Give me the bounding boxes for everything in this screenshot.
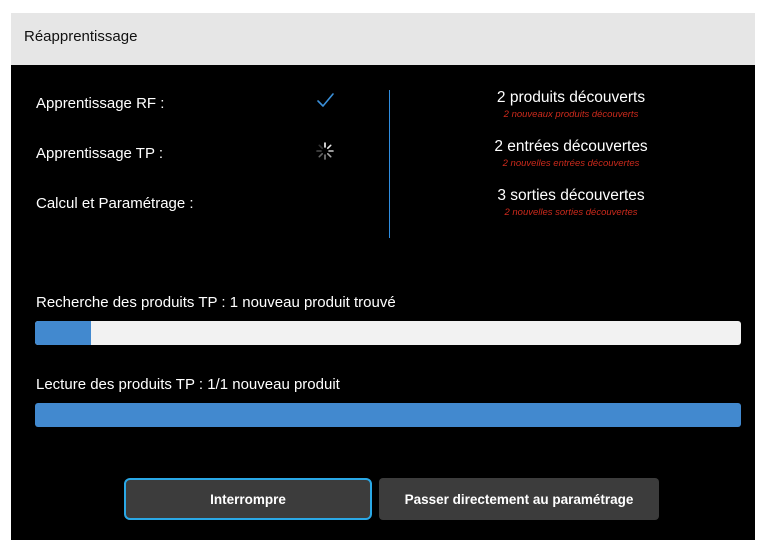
checkmark-icon (314, 89, 336, 111)
status-label-tp: Apprentissage TP : (36, 145, 164, 162)
stat-products-sub: 2 nouveaux produits découverts (503, 109, 639, 120)
search-progress-fill (35, 321, 92, 345)
stat-inputs-main: 2 entrées découvertes (494, 138, 648, 155)
status-label-calc: Calcul et Paramétrage : (36, 195, 194, 212)
vertical-divider (389, 90, 390, 238)
read-progress-label: Lecture des produits TP : 1/1 nouveau pr… (36, 376, 340, 393)
search-progress-bar (35, 321, 741, 345)
stat-outputs-sub: 2 nouvelles sorties découvertes (504, 207, 638, 218)
stat-products: 2 produits découverts 2 nouveaux produit… (401, 89, 741, 121)
dialog-title: Réapprentissage (24, 28, 138, 45)
stat-inputs: 2 entrées découvertes 2 nouvelles entrée… (401, 138, 741, 170)
title-bar: Réapprentissage (11, 13, 755, 65)
stat-outputs: 3 sorties découvertes 2 nouvelles sortie… (401, 187, 741, 219)
search-progress-label: Recherche des produits TP : 1 nouveau pr… (36, 294, 396, 311)
interrupt-button[interactable]: Interrompre (124, 478, 372, 520)
skip-to-settings-button[interactable]: Passer directement au paramétrage (379, 478, 659, 520)
relearning-dialog: Réapprentissage Apprentissage RF : Appre… (11, 13, 755, 540)
spinner-icon (314, 140, 336, 162)
stat-products-main: 2 produits découverts (496, 89, 646, 106)
stat-inputs-sub: 2 nouvelles entrées découvertes (502, 158, 640, 169)
status-label-rf: Apprentissage RF : (36, 95, 165, 112)
stat-outputs-main: 3 sorties découvertes (497, 187, 645, 204)
read-progress-bar (35, 403, 741, 427)
read-progress-fill (35, 403, 741, 427)
